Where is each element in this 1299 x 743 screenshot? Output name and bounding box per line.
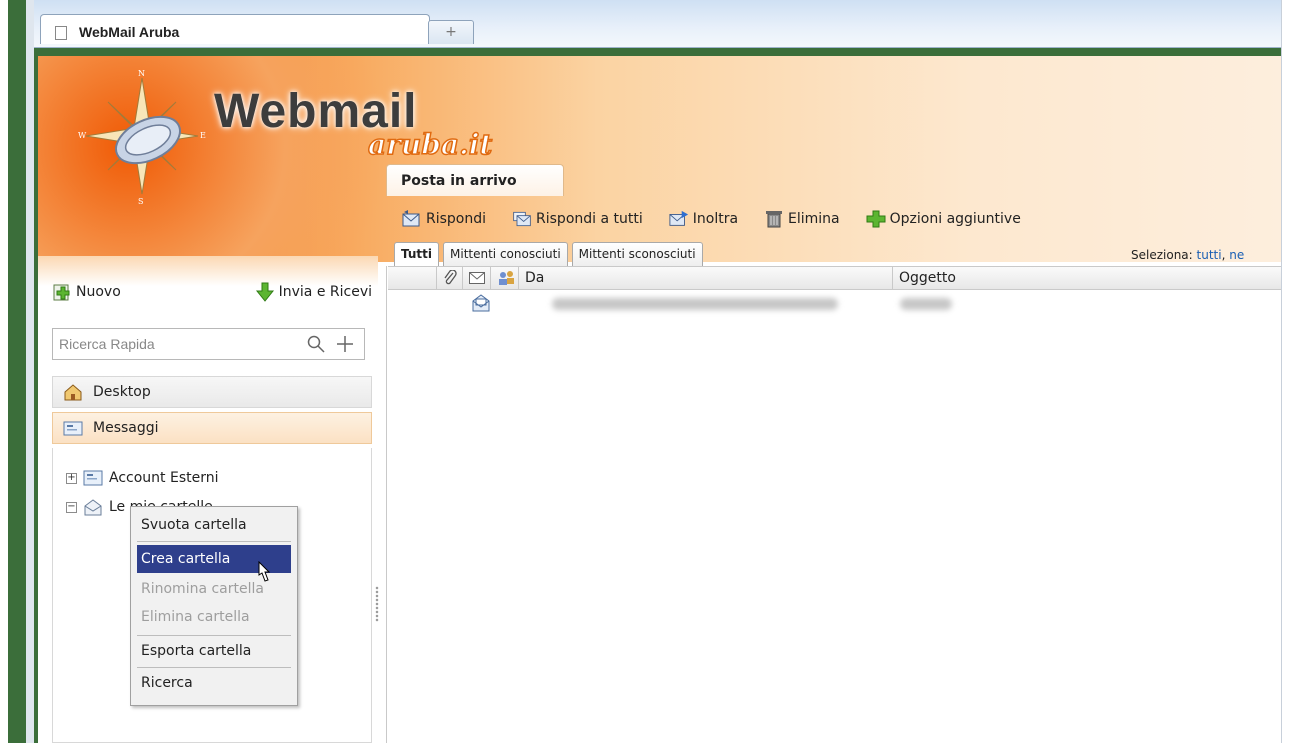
new-button[interactable]: Nuovo: [52, 282, 121, 302]
select-all-link[interactable]: tutti: [1197, 248, 1222, 262]
quick-search: [52, 328, 365, 360]
trash-icon: [766, 211, 783, 228]
subject-column[interactable]: Oggetto: [892, 267, 1281, 289]
filter-tab-known[interactable]: Mittenti conosciuti: [443, 242, 568, 266]
browser-tab-title: WebMail Aruba: [79, 24, 180, 40]
nav-actions: Nuovo Invia e Ricevi: [52, 282, 372, 302]
compass-south: S: [138, 197, 143, 206]
folder-context-menu: Svuota cartella Crea cartella Rinomina c…: [130, 506, 298, 706]
compass-logo-icon: N E S W: [78, 69, 206, 206]
reply-all-icon: [513, 211, 531, 227]
inbox-icon: [84, 499, 102, 516]
compass-east: E: [200, 131, 206, 140]
mouse-cursor-icon: [258, 561, 271, 582]
sidebar-item-label: Messaggi: [93, 420, 159, 436]
send-receive-label: Invia e Ricevi: [278, 284, 372, 300]
tree-item-label: Account Esterni: [109, 470, 219, 486]
tab-posta-in-arrivo[interactable]: Posta in arrivo: [386, 164, 564, 196]
search-input[interactable]: [59, 336, 299, 352]
window-right-edge: [1281, 0, 1299, 743]
messages-icon: [63, 421, 83, 436]
sidebar-item-desktop[interactable]: Desktop: [52, 376, 372, 408]
tab-label: Posta in arrivo: [401, 173, 517, 189]
compass-north: N: [138, 69, 145, 78]
reply-icon: [402, 210, 420, 227]
desktop-edge: [0, 0, 8, 743]
from-column[interactable]: Da: [518, 267, 892, 289]
subject-redacted: [900, 298, 952, 310]
content-divider: [386, 266, 387, 743]
download-arrow-icon: [255, 282, 274, 302]
account-icon: [83, 470, 103, 486]
menu-separator: [137, 541, 291, 542]
page-icon: [55, 26, 67, 40]
expand-icon[interactable]: +: [66, 472, 77, 484]
menu-separator: [137, 667, 291, 668]
envelope-icon: [469, 272, 485, 284]
forward-button[interactable]: Inoltra: [669, 210, 738, 228]
more-options-button[interactable]: Opzioni aggiuntive: [866, 210, 1021, 228]
plus-icon: [866, 210, 886, 228]
menu-item-empty-folder[interactable]: Svuota cartella: [137, 511, 291, 539]
reply-all-button[interactable]: Rispondi a tutti: [512, 210, 643, 228]
sidebar-item-label: Desktop: [93, 384, 151, 400]
sender-redacted: [552, 298, 838, 310]
filter-tab-all[interactable]: Tutti: [394, 242, 439, 266]
compass-west: W: [78, 131, 87, 140]
attachment-column[interactable]: [436, 267, 462, 289]
message-toolbar: Rispondi Rispondi a tutti Inoltra Elimin…: [402, 206, 1021, 232]
select-none-link[interactable]: ne: [1229, 248, 1244, 262]
menu-separator: [137, 635, 291, 636]
select-label: Seleziona:: [1131, 248, 1193, 262]
collapse-icon[interactable]: −: [66, 501, 77, 513]
contacts-icon: [499, 271, 514, 285]
sender-type-column[interactable]: [490, 267, 518, 289]
panel-splitter[interactable]: [375, 586, 379, 622]
window-frame: [26, 0, 34, 743]
open-envelope-icon: [472, 294, 490, 312]
reply-button[interactable]: Rispondi: [402, 210, 486, 228]
menu-item-search[interactable]: Ricerca: [137, 669, 291, 697]
browser-tab-strip: WebMail Aruba +: [34, 0, 1281, 48]
reply-all-label: Rispondi a tutti: [536, 211, 643, 227]
forward-label: Inoltra: [692, 211, 739, 227]
sidebar-item-messaggi[interactable]: Messaggi: [52, 412, 372, 444]
new-tab-button[interactable]: +: [428, 20, 474, 44]
home-icon: [64, 384, 82, 401]
browser-tab[interactable]: WebMail Aruba: [40, 14, 430, 44]
new-label: Nuovo: [76, 284, 121, 300]
forward-icon: [669, 210, 688, 226]
logo-aruba-text: aruba.it: [367, 127, 493, 162]
select-controls: Seleziona: tutti, ne: [1131, 248, 1244, 262]
advanced-search-icon[interactable]: [336, 335, 354, 357]
delete-button[interactable]: Elimina: [764, 210, 840, 228]
menu-item-export-folder[interactable]: Esporta cartella: [137, 637, 291, 665]
menu-item-delete-folder: Elimina cartella: [141, 609, 250, 625]
message-row[interactable]: [388, 292, 1281, 314]
paperclip-icon: [444, 269, 457, 285]
read-status-column[interactable]: [462, 267, 490, 289]
more-options-label: Opzioni aggiuntive: [889, 211, 1021, 227]
filter-tab-unknown[interactable]: Mittenti sconosciuti: [571, 242, 703, 266]
message-list-header: Da Oggetto: [388, 266, 1281, 290]
new-message-icon: [53, 284, 70, 301]
send-receive-button[interactable]: Invia e Ricevi: [255, 282, 372, 302]
delete-label: Elimina: [788, 211, 840, 227]
filter-tabs: Tutti Mittenti conosciuti Mittenti scono…: [394, 242, 703, 266]
tree-item-external-accounts[interactable]: + Account Esterni: [66, 470, 219, 486]
reply-label: Rispondi: [426, 211, 487, 227]
webmail-page: N E S W Webmail aruba.it Posta in arrivo…: [38, 56, 1281, 743]
search-icon[interactable]: [307, 335, 325, 357]
